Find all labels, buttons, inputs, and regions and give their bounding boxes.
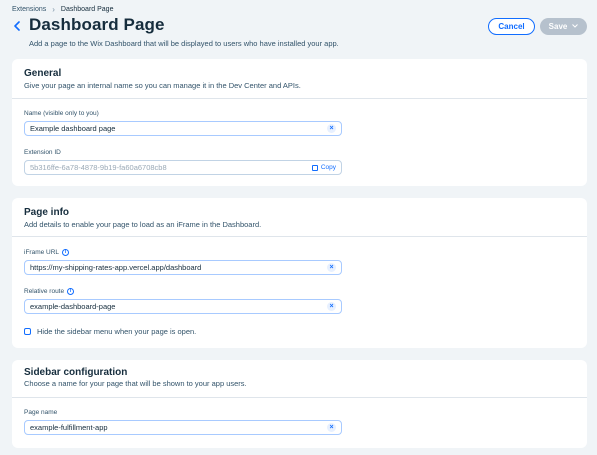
name-input-value[interactable]: Example dashboard page: [30, 124, 327, 133]
page-info-card: Page info Add details to enable your pag…: [12, 198, 587, 348]
page-info-title: Page info: [24, 207, 70, 218]
page-name-label: Page name: [24, 409, 57, 416]
page-info-divider: [12, 236, 587, 237]
general-divider: [12, 98, 587, 99]
extension-id-label: Extension ID: [24, 149, 61, 156]
name-label: Name (visible only to you): [24, 110, 99, 117]
clear-icon[interactable]: ×: [327, 423, 336, 432]
page-name-label-text: Page name: [24, 409, 58, 416]
name-input[interactable]: Example dashboard page ×: [24, 121, 342, 136]
sidebar-config-card: Sidebar configuration Choose a name for …: [12, 360, 587, 448]
back-chevron-icon[interactable]: [11, 20, 23, 32]
clear-icon[interactable]: ×: [327, 302, 336, 311]
relative-route-label: Relative route i: [24, 288, 75, 295]
clear-icon[interactable]: ×: [327, 124, 336, 133]
copy-icon: [311, 164, 318, 171]
iframe-url-label-text: iFrame URL: [24, 249, 60, 256]
breadcrumb-item-extensions[interactable]: Extensions: [12, 6, 46, 13]
page-title: Dashboard Page: [29, 15, 165, 34]
save-button[interactable]: Save: [540, 18, 587, 35]
iframe-url-label: iFrame URL i: [24, 249, 70, 256]
copy-button[interactable]: Copy: [311, 164, 336, 171]
chevron-down-icon[interactable]: [572, 23, 579, 30]
relative-route-input[interactable]: example-dashboard-page ×: [24, 299, 342, 314]
extension-id-label-text: Extension ID: [24, 149, 61, 156]
name-label-text: Name (visible only to you): [24, 110, 99, 117]
clear-icon[interactable]: ×: [327, 263, 336, 272]
relative-route-value[interactable]: example-dashboard-page: [30, 302, 327, 311]
breadcrumb-separator-icon: ›: [52, 5, 55, 14]
breadcrumb-item-current: Dashboard Page: [60, 6, 114, 13]
general-description: Give your page an internal name so you c…: [24, 81, 301, 90]
iframe-url-value[interactable]: https://my-shipping-rates-app.vercel.app…: [30, 263, 327, 272]
info-icon[interactable]: i: [67, 288, 75, 295]
relative-route-label-text: Relative route: [24, 288, 65, 295]
sidebar-config-divider: [12, 397, 587, 398]
extension-id-value: 5b316ffe-6a78-4878-9b19-fa60a6708cb8: [30, 163, 167, 172]
page-name-input[interactable]: example-fulfillment-app ×: [24, 420, 342, 435]
breadcrumb: Extensions › Dashboard Page: [12, 5, 113, 14]
info-icon[interactable]: i: [62, 249, 70, 256]
page-info-description: Add details to enable your page to load …: [24, 220, 262, 229]
sidebar-config-description: Choose a name for your page that will be…: [24, 379, 247, 388]
iframe-url-input[interactable]: https://my-shipping-rates-app.vercel.app…: [24, 260, 342, 275]
cancel-button[interactable]: Cancel: [488, 18, 535, 35]
copy-label: Copy: [320, 164, 336, 171]
sidebar-config-title: Sidebar configuration: [24, 367, 128, 378]
general-card: General Give your page an internal name …: [12, 59, 587, 186]
save-button-label: Save: [548, 22, 568, 31]
extension-id-field: 5b316ffe-6a78-4878-9b19-fa60a6708cb8 Cop…: [24, 160, 342, 175]
hide-sidebar-checkbox[interactable]: [24, 328, 31, 335]
hide-sidebar-option[interactable]: Hide the sidebar menu when your page is …: [24, 327, 196, 336]
page-name-value[interactable]: example-fulfillment-app: [30, 423, 327, 432]
page-subtitle: Add a page to the Wix Dashboard that wil…: [29, 39, 339, 48]
hide-sidebar-label: Hide the sidebar menu when your page is …: [37, 327, 197, 336]
general-title: General: [24, 68, 62, 79]
